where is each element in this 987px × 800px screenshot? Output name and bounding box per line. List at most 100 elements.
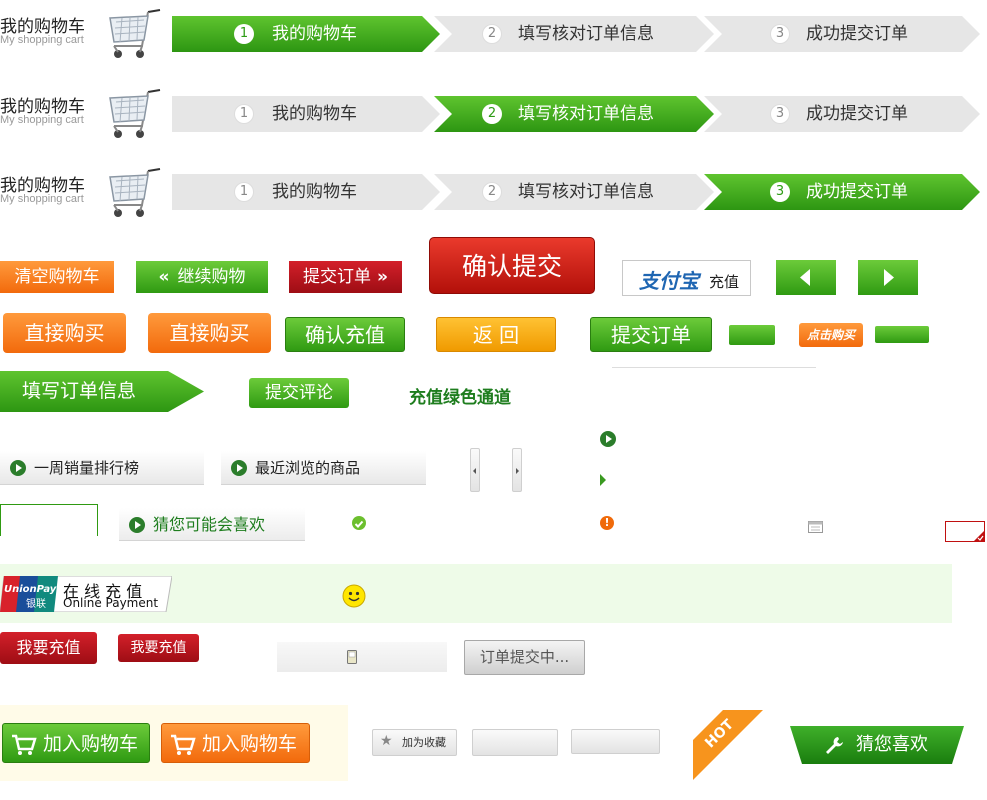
step-progress-1: 1 我的购物车 2 填写核对订单信息 3 成功提交订单 xyxy=(172,16,980,52)
cart-title-en: My shopping cart xyxy=(0,34,84,46)
scroll-right-button[interactable] xyxy=(512,448,522,492)
wrench-icon xyxy=(826,737,843,754)
add-to-cart-label: 加入购物车 xyxy=(43,733,139,755)
shopping-cart-icon xyxy=(109,9,161,58)
submit-order-button[interactable]: 提交订单 » xyxy=(289,261,402,293)
submit-order-button-2[interactable]: 提交订单 xyxy=(590,317,712,352)
online-payment-label: Online Payment xyxy=(63,596,159,610)
alipay-logo: 支付宝 xyxy=(639,269,699,293)
hot-ribbon: HOT xyxy=(693,710,763,780)
shopping-cart-icon xyxy=(109,168,161,217)
loading-bar xyxy=(277,642,447,672)
fill-order-info-label: 填写订单信息 xyxy=(22,380,137,402)
arrow-right-icon xyxy=(516,468,519,474)
buy-now-button-2[interactable]: 直接购买 xyxy=(148,313,271,353)
star-icon: ★ xyxy=(380,733,393,749)
submit-review-button[interactable]: 提交评论 xyxy=(249,378,349,408)
next-arrow-button[interactable] xyxy=(858,260,918,295)
confirm-recharge-button[interactable]: 确认充值 xyxy=(285,317,405,352)
check-circle-icon xyxy=(352,516,366,530)
smiley-icon xyxy=(342,584,366,608)
cart-header-3: 我的购物车 My shopping cart xyxy=(0,168,170,231)
arrow-right-icon xyxy=(884,269,894,286)
step-label: 我的购物车 xyxy=(272,24,357,44)
add-to-cart-button-orange[interactable]: 加入购物车 xyxy=(161,723,310,763)
step-number: 1 xyxy=(234,104,254,124)
gray-button-2[interactable] xyxy=(571,729,660,754)
step-number: 3 xyxy=(770,24,790,44)
continue-shopping-label: 继续购物 xyxy=(177,267,246,287)
step-3: 3 成功提交订单 xyxy=(704,16,980,52)
add-to-cart-button-green[interactable]: 加入购物车 xyxy=(2,723,150,763)
step-label: 填写核对订单信息 xyxy=(518,104,654,124)
step-3: 3 成功提交订单 xyxy=(704,96,980,132)
green-channel-link[interactable]: 充值绿色通道 xyxy=(409,383,511,408)
step-label: 我的购物车 xyxy=(272,182,357,202)
cart-title-en: My shopping cart xyxy=(0,114,84,126)
scroll-left-button[interactable] xyxy=(470,448,480,492)
prev-arrow-button[interactable] xyxy=(776,260,836,295)
shopping-cart-icon xyxy=(109,89,161,138)
unionpay-online-payment-button[interactable]: UnionPay 银联 在 线 充 值 Online Payment xyxy=(0,576,172,612)
cart-title-en: My shopping cart xyxy=(0,193,84,205)
click-buy-button[interactable]: 点击购买 xyxy=(799,323,863,347)
add-favorite-button[interactable]: ★ 加为收藏 xyxy=(372,729,457,756)
unionpay-logo-top: UnionPay xyxy=(4,584,57,595)
guess-you-like-button[interactable]: 猜您喜欢 xyxy=(790,726,964,764)
play-circle-icon xyxy=(600,431,616,447)
step-number: 3 xyxy=(770,182,790,202)
step-label: 填写核对订单信息 xyxy=(518,24,654,44)
selected-option-box[interactable] xyxy=(945,521,985,542)
step-progress-3: 1 我的购物车 2 填写核对订单信息 3 成功提交订单 xyxy=(172,174,980,210)
step-2: 2 填写核对订单信息 xyxy=(434,16,714,52)
small-green-button-2[interactable] xyxy=(875,326,929,343)
clear-cart-button[interactable]: 清空购物车 xyxy=(0,261,114,293)
step-progress-2: 1 我的购物车 2 填写核对订单信息 3 成功提交订单 xyxy=(172,96,980,132)
tab-outline[interactable] xyxy=(0,504,98,536)
add-to-cart-label: 加入购物车 xyxy=(202,733,298,755)
step-label: 我的购物车 xyxy=(272,104,357,124)
back-button[interactable]: 返 回 xyxy=(436,317,556,352)
step-label: 成功提交订单 xyxy=(806,24,908,44)
might-like-label: 猜您可能会喜欢 xyxy=(153,515,266,534)
submit-order-label: 提交订单 xyxy=(303,267,371,287)
buy-now-button-1[interactable]: 直接购买 xyxy=(3,313,126,353)
might-like-tab[interactable]: 猜您可能会喜欢 xyxy=(119,508,305,541)
arrow-left-icon xyxy=(800,269,810,286)
cart-icon xyxy=(12,734,37,755)
step-number: 1 xyxy=(234,182,254,202)
add-favorite-label: 加为收藏 xyxy=(402,736,446,749)
fill-order-info-banner: 填写订单信息 xyxy=(0,371,204,412)
cart-icon xyxy=(171,734,196,755)
continue-shopping-button[interactable]: « 继续购物 xyxy=(136,261,268,293)
step-number: 2 xyxy=(482,24,502,44)
cart-header-1: 我的购物车 My shopping cart xyxy=(0,9,170,72)
alipay-recharge-button[interactable]: 支付宝 充值 xyxy=(622,260,751,296)
unionpay-logo-bottom: 银联 xyxy=(26,599,46,610)
i-want-recharge-button-2[interactable]: 我要充值 xyxy=(118,634,199,662)
step-2: 2 填写核对订单信息 xyxy=(434,174,714,210)
double-chevron-left-icon: « xyxy=(158,267,170,287)
recent-viewed-tab[interactable]: 最近浏览的商品 xyxy=(221,451,426,485)
confirm-submit-button[interactable]: 确认提交 xyxy=(429,237,595,294)
recent-viewed-label: 最近浏览的商品 xyxy=(255,459,361,477)
gray-button-1[interactable] xyxy=(472,729,558,756)
alipay-recharge-label: 充值 xyxy=(709,273,740,291)
step-1-active: 1 我的购物车 xyxy=(172,16,440,52)
warning-circle-icon: ! xyxy=(600,516,614,530)
weekly-rank-tab[interactable]: 一周销量排行榜 xyxy=(0,451,204,485)
step-number: 1 xyxy=(234,24,254,44)
calendar-icon xyxy=(808,521,823,533)
mobile-phone-icon xyxy=(347,650,357,664)
guess-you-like-label: 猜您喜欢 xyxy=(856,734,928,755)
small-green-button[interactable] xyxy=(729,325,775,345)
step-label: 填写核对订单信息 xyxy=(518,182,654,202)
step-1: 1 我的购物车 xyxy=(172,174,440,210)
divider xyxy=(612,367,816,368)
check-icon xyxy=(974,531,984,541)
step-2-active: 2 填写核对订单信息 xyxy=(434,96,714,132)
arrow-left-icon xyxy=(473,468,476,474)
i-want-recharge-button-1[interactable]: 我要充值 xyxy=(0,632,97,664)
weekly-rank-label: 一周销量排行榜 xyxy=(34,459,140,477)
play-circle-icon xyxy=(129,517,145,533)
